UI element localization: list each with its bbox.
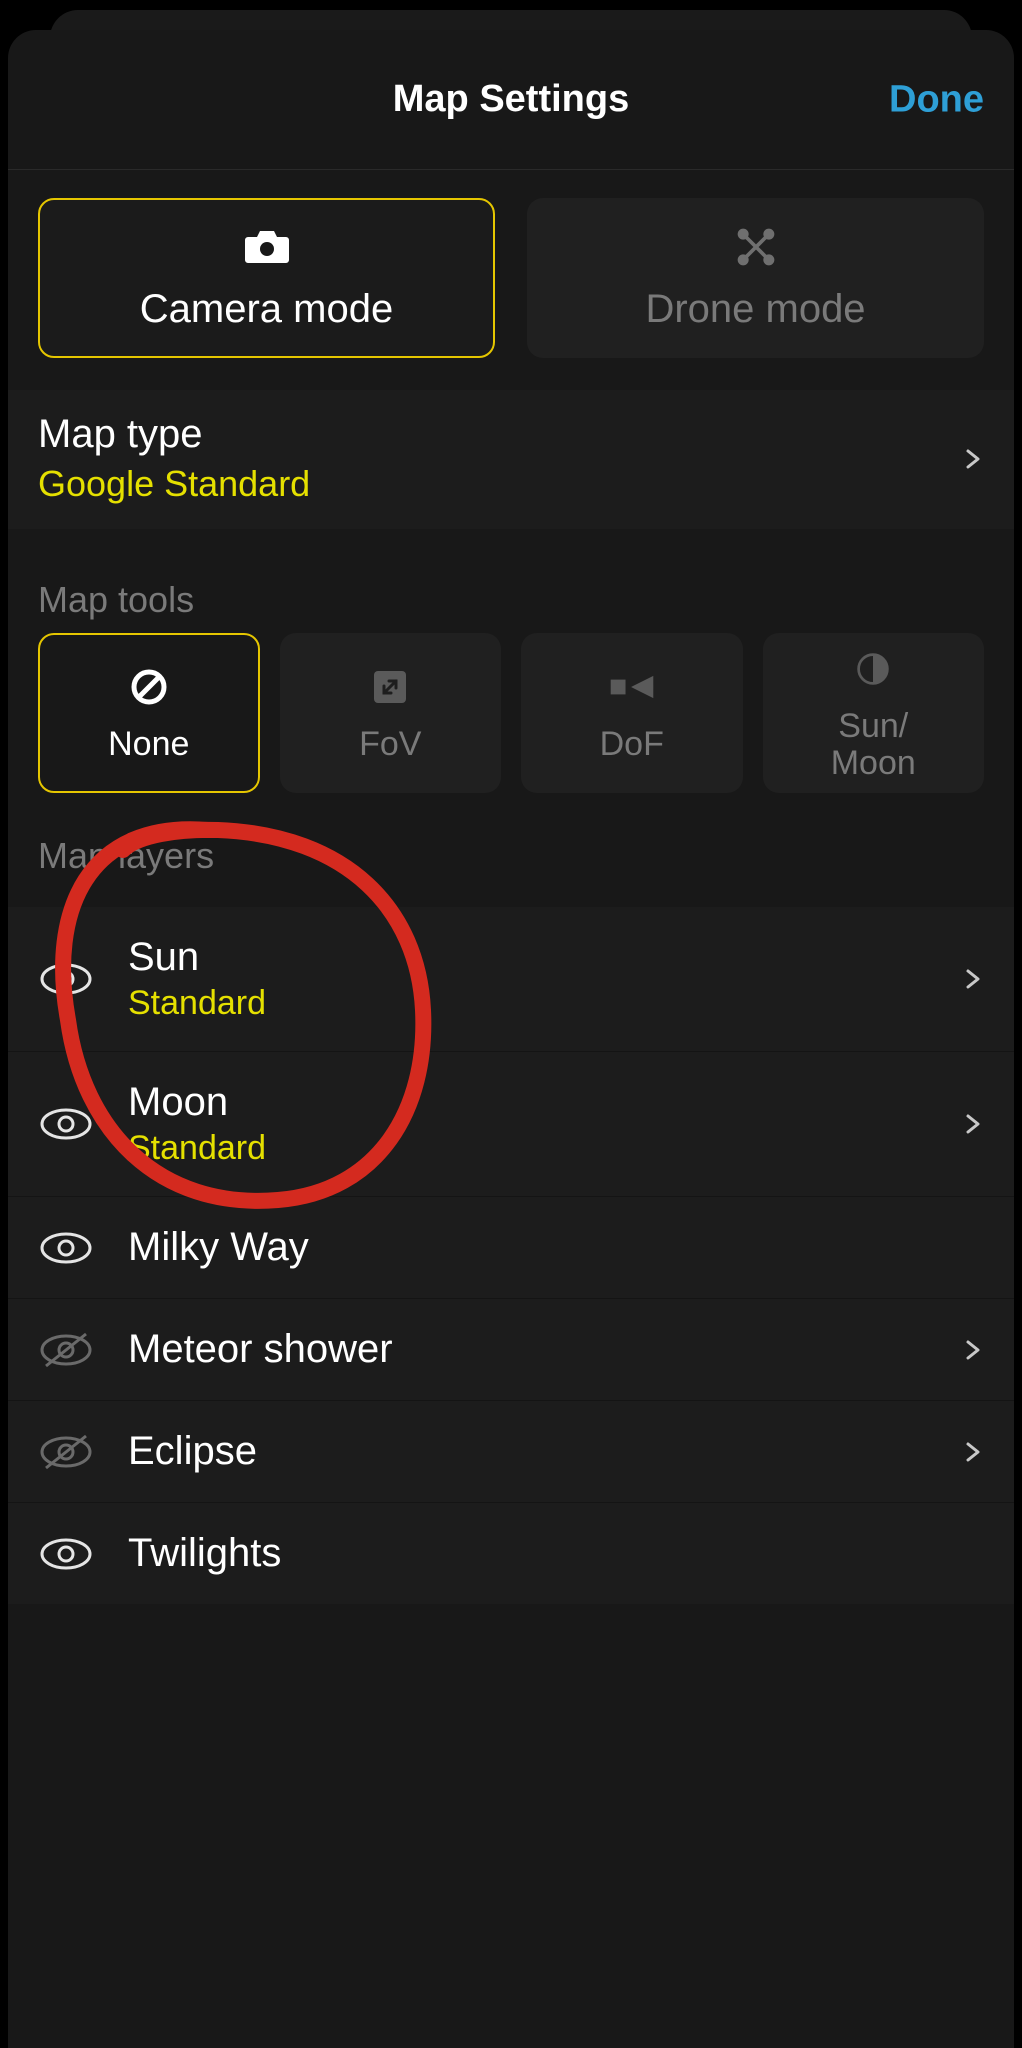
map-layers-heading: Map layers: [8, 835, 1014, 889]
map-tools-heading: Map tools: [8, 579, 1014, 633]
chevron-right-icon: [960, 1112, 984, 1136]
chevron-right-icon: [960, 967, 984, 991]
tool-sunmoon-label: Sun/ Moon: [831, 708, 916, 783]
map-tools-selector: None FoV DoF: [8, 633, 1014, 805]
chevron-right-icon: [960, 447, 984, 471]
tool-fov-label: FoV: [359, 726, 421, 763]
layer-title: Eclipse: [128, 1429, 926, 1474]
eye-off-icon[interactable]: [38, 1432, 94, 1472]
eye-icon[interactable]: [38, 1534, 94, 1574]
map-type-value: Google Standard: [38, 463, 310, 505]
drone-mode-label: Drone mode: [645, 287, 865, 332]
layer-subtitle: Standard: [128, 1129, 926, 1168]
sheet-header: Map Settings Done: [8, 30, 1014, 170]
layer-title: Moon: [128, 1080, 926, 1125]
layer-title: Milky Way: [128, 1225, 984, 1270]
eye-icon[interactable]: [38, 959, 94, 999]
drone-icon: [730, 225, 782, 269]
map-layers-list: Sun Standard Moon Standard Milky Way Meteor s…: [8, 907, 1014, 1604]
layer-row-meteor[interactable]: Meteor shower: [8, 1298, 1014, 1400]
eye-icon[interactable]: [38, 1104, 94, 1144]
expand-icon: [365, 662, 415, 712]
layer-row-milky[interactable]: Milky Way: [8, 1196, 1014, 1298]
chevron-right-icon: [960, 1338, 984, 1362]
dof-icon: [607, 662, 657, 712]
layer-row-sun[interactable]: Sun Standard: [8, 907, 1014, 1051]
layer-title: Sun: [128, 935, 926, 980]
layer-title: Twilights: [128, 1531, 984, 1576]
drone-mode-card[interactable]: Drone mode: [527, 198, 984, 358]
tool-sunmoon[interactable]: Sun/ Moon: [763, 633, 985, 793]
tool-dof-label: DoF: [600, 726, 664, 763]
tool-none-label: None: [108, 726, 189, 763]
mode-selector: Camera mode Drone mode: [8, 170, 1014, 390]
eye-icon[interactable]: [38, 1228, 94, 1268]
done-button[interactable]: Done: [889, 78, 984, 121]
tool-fov[interactable]: FoV: [280, 633, 502, 793]
layer-row-moon[interactable]: Moon Standard: [8, 1051, 1014, 1196]
layer-subtitle: Standard: [128, 984, 926, 1023]
eye-off-icon[interactable]: [38, 1330, 94, 1370]
map-settings-sheet: Map Settings Done Camera mode: [8, 30, 1014, 2048]
chevron-right-icon: [960, 1440, 984, 1464]
layer-title: Meteor shower: [128, 1327, 926, 1372]
contrast-icon: [848, 644, 898, 694]
camera-mode-card[interactable]: Camera mode: [38, 198, 495, 358]
tool-none[interactable]: None: [38, 633, 260, 793]
camera-mode-label: Camera mode: [140, 287, 393, 332]
layer-row-twi[interactable]: Twilights: [8, 1502, 1014, 1604]
camera-icon: [241, 225, 293, 269]
map-type-label: Map type: [38, 412, 310, 457]
layer-row-eclipse[interactable]: Eclipse: [8, 1400, 1014, 1502]
page-title: Map Settings: [393, 78, 629, 121]
none-icon: [124, 662, 174, 712]
map-type-row[interactable]: Map type Google Standard: [8, 390, 1014, 529]
tool-dof[interactable]: DoF: [521, 633, 743, 793]
